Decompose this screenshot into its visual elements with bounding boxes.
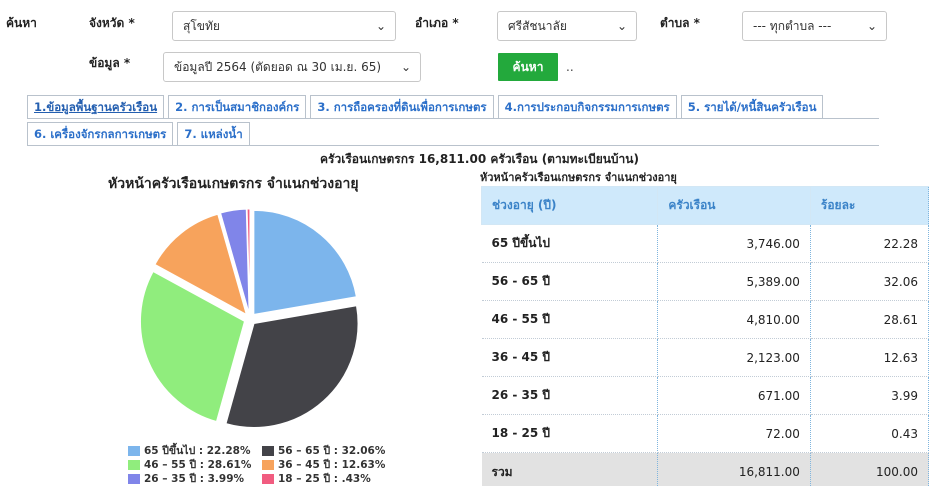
table-row: 26 - 35 ปี 671.00 3.99 (481, 376, 929, 415)
province-value: สุโขทัย (183, 19, 220, 33)
age-pie-chart (140, 208, 359, 428)
chart-title: หัวหน้าครัวเรือนเกษตรกร จำแนกช่วงอายุ (108, 176, 359, 192)
legend-label: 36 – 45 ปี : 12.63% (278, 459, 386, 471)
subdistrict-label: ตำบล * (660, 16, 700, 30)
pie-slice[interactable] (253, 209, 357, 316)
legend-item: 18 – 25 ปี : .43% (262, 472, 396, 486)
col-header-households[interactable]: ครัวเรือน (657, 186, 811, 225)
cell-households: 2,123.00 (657, 338, 811, 377)
tab-divider (27, 145, 879, 146)
table-row: 56 - 65 ปี 5,389.00 32.06 (481, 262, 929, 301)
cell-age: 65 ปีขึ้นไป (481, 224, 659, 263)
chevron-down-icon: ⌄ (616, 19, 627, 33)
table-header-row: ช่วงอายุ (ปี) ครัวเรือน ร้อยละ (480, 186, 929, 225)
chevron-down-icon: ⌄ (400, 60, 411, 74)
tab-membership[interactable]: 2. การเป็นสมาชิกองค์กร (168, 95, 307, 118)
cell-percent: 12.63 (810, 338, 929, 377)
legend-item: 36 – 45 ปี : 12.63% (262, 458, 396, 472)
legend-swatch (128, 460, 140, 470)
table-row: 36 - 45 ปี 2,123.00 12.63 (481, 338, 929, 377)
tab-row-1: 1.ข้อมูลพื้นฐานครัวเรือน 2. การเป็นสมาชิ… (27, 95, 827, 118)
col-header-age[interactable]: ช่วงอายุ (ปี) (480, 186, 659, 225)
cell-households: 4,810.00 (657, 300, 811, 339)
tab-land-holding[interactable]: 3. การถือครองที่ดินเพื่อการเกษตร (310, 95, 494, 118)
district-select[interactable]: ศรีสัชนาลัย ⌄ (497, 11, 637, 41)
cell-households: 3,746.00 (657, 224, 811, 263)
district-value: ศรีสัชนาลัย (508, 19, 567, 33)
pie-slice[interactable] (225, 305, 359, 428)
tab-income-debt[interactable]: 5. รายได้/หนี้สินครัวเรือน (680, 95, 824, 118)
legend-item: 65 ปีขึ้นไป : 22.28% (128, 444, 262, 458)
legend-label: 56 – 65 ปี : 32.06% (278, 445, 386, 457)
tab-agri-activities[interactable]: 4.การประกอบกิจกรรมการเกษตร (497, 95, 677, 118)
cell-percent: 3.99 (810, 376, 929, 415)
cell-age: 26 - 35 ปี (481, 376, 659, 415)
legend-swatch (128, 446, 140, 456)
cell-age: 18 - 25 ปี (481, 414, 659, 453)
legend-swatch (262, 446, 274, 456)
cell-percent: 32.06 (810, 262, 929, 301)
cell-total-households: 16,811.00 (657, 452, 811, 486)
tab-row-2: 6. เครื่องจักรกลการเกษตร 7. แหล่งน้ำ (27, 122, 254, 145)
data-year-value: ข้อมูลปี 2564 (ตัดยอด ณ 30 เม.ย. 65) (174, 60, 382, 74)
cell-age: 36 - 45 ปี (481, 338, 659, 377)
col-header-percent[interactable]: ร้อยละ (809, 186, 929, 225)
data-year-select[interactable]: ข้อมูลปี 2564 (ตัดยอด ณ 30 เม.ย. 65) ⌄ (163, 52, 421, 82)
province-select[interactable]: สุโขทัย ⌄ (172, 11, 396, 41)
legend-label: 65 ปีขึ้นไป : 22.28% (144, 445, 251, 457)
subdistrict-select[interactable]: --- ทุกตำบล --- ⌄ (742, 11, 887, 41)
table-row: 46 - 55 ปี 4,810.00 28.61 (481, 300, 929, 339)
chart-legend: 65 ปีขึ้นไป : 22.28% 56 – 65 ปี : 32.06%… (128, 444, 396, 486)
legend-label: 46 – 55 ปี : 28.61% (144, 459, 252, 471)
legend-swatch (128, 474, 140, 484)
legend-label: 18 – 25 ปี : .43% (278, 473, 371, 485)
subdistrict-value: --- ทุกตำบล --- (753, 19, 832, 33)
table-row: 65 ปีขึ้นไป 3,746.00 22.28 (481, 224, 929, 263)
chevron-down-icon: ⌄ (375, 19, 386, 33)
cell-total-percent: 100.00 (810, 452, 929, 486)
legend-label: 26 – 35 ปี : 3.99% (144, 473, 245, 485)
district-label: อำเภอ * (415, 16, 459, 30)
age-table: ช่วงอายุ (ปี) ครัวเรือน ร้อยละ 65 ปีขึ้น… (480, 186, 929, 486)
cell-households: 671.00 (657, 376, 811, 415)
table-row: 18 - 25 ปี 72.00 0.43 (481, 414, 929, 453)
cell-percent: 28.61 (810, 300, 929, 339)
household-summary: ครัวเรือนเกษตรกร 16,811.00 ครัวเรือน (ตา… (320, 152, 639, 166)
search-button[interactable]: ค้นหา (498, 53, 558, 81)
tab-household-basic[interactable]: 1.ข้อมูลพื้นฐานครัวเรือน (27, 95, 165, 118)
cell-households: 5,389.00 (657, 262, 811, 301)
cell-total-label: รวม (481, 452, 659, 486)
legend-item: 46 – 55 ปี : 28.61% (128, 458, 262, 472)
ellipsis-text: .. (566, 60, 574, 74)
cell-households: 72.00 (657, 414, 811, 453)
legend-item: 26 – 35 ปี : 3.99% (128, 472, 262, 486)
chevron-down-icon: ⌄ (866, 19, 877, 33)
cell-percent: 0.43 (810, 414, 929, 453)
data-year-label: ข้อมูล * (89, 56, 131, 70)
cell-age: 46 - 55 ปี (481, 300, 659, 339)
tab-divider (27, 118, 879, 119)
search-label: ค้นหา (6, 16, 37, 30)
legend-item: 56 – 65 ปี : 32.06% (262, 444, 396, 458)
tab-water-source[interactable]: 7. แหล่งน้ำ (177, 122, 250, 145)
cell-age: 56 - 65 ปี (481, 262, 659, 301)
legend-swatch (262, 474, 274, 484)
cell-percent: 22.28 (810, 224, 929, 263)
province-label: จังหวัด * (89, 16, 135, 30)
legend-swatch (262, 460, 274, 470)
table-total-row: รวม 16,811.00 100.00 (481, 452, 929, 486)
table-title: หัวหน้าครัวเรือนเกษตรกร จำแนกช่วงอายุ (480, 171, 677, 184)
tab-machinery[interactable]: 6. เครื่องจักรกลการเกษตร (27, 122, 174, 145)
